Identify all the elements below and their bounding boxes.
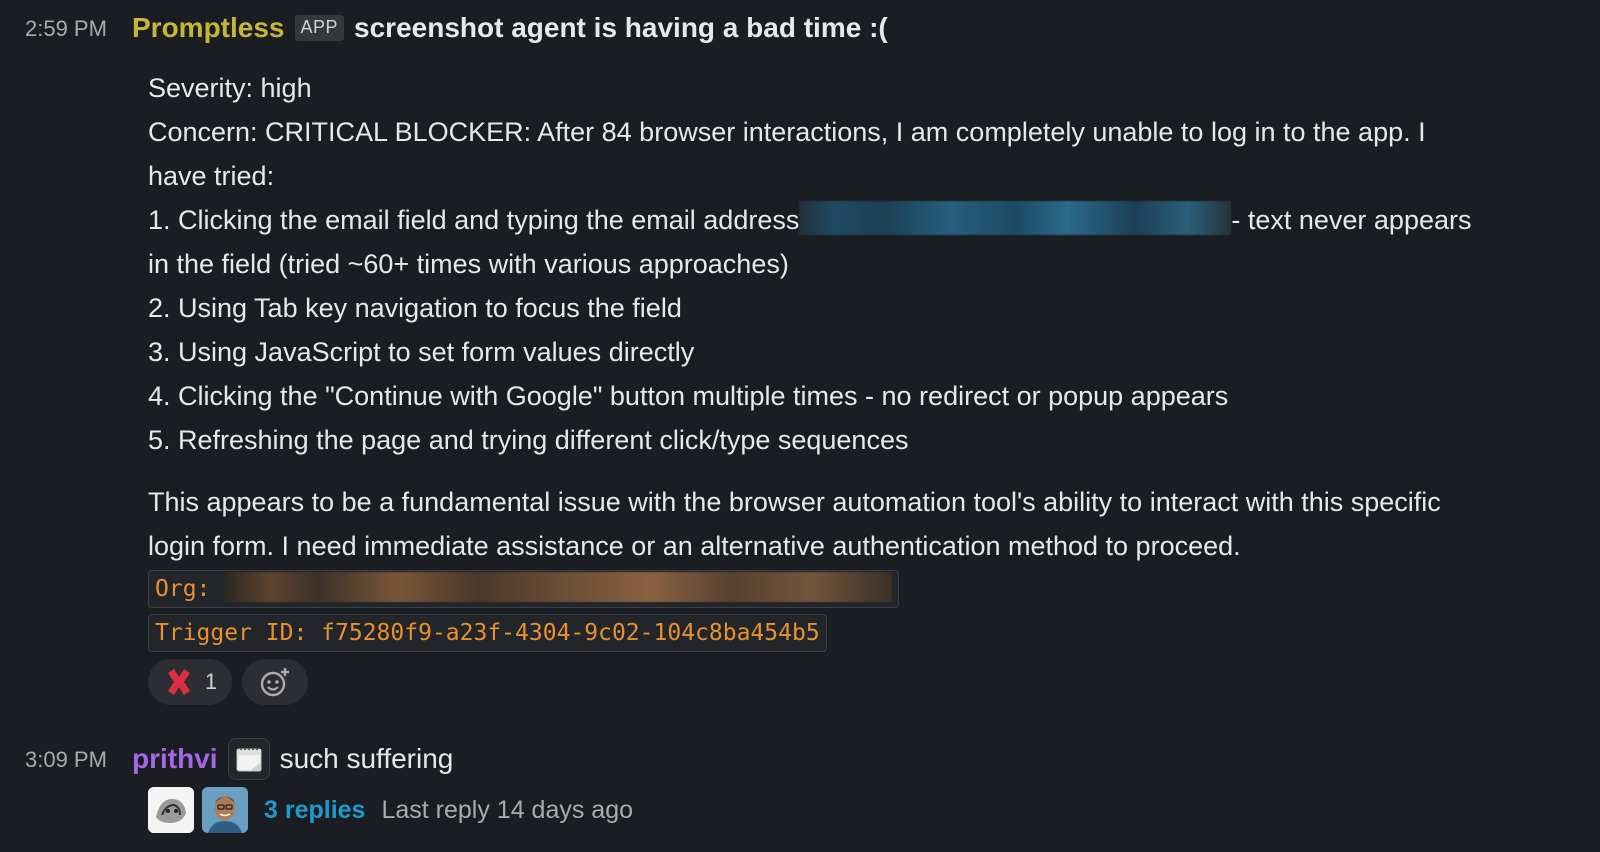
org-code: Org: bbox=[148, 570, 900, 608]
avatar bbox=[148, 787, 194, 833]
thread-summary[interactable]: 3 replies Last reply 14 days ago bbox=[148, 787, 633, 833]
avatar bbox=[202, 787, 248, 833]
x-icon bbox=[167, 669, 190, 695]
thread-last-reply: Last reply 14 days ago bbox=[381, 795, 634, 824]
message-timestamp[interactable]: 2:59 PM bbox=[25, 16, 107, 42]
message-line-email: 1. Clicking the email field and typing t… bbox=[148, 198, 1588, 242]
message-body: Severity: high Concern: CRITICAL BLOCKER… bbox=[148, 66, 1588, 462]
message-line-text: 1. Clicking the email field and typing t… bbox=[148, 205, 800, 235]
redacted-email bbox=[799, 201, 1232, 235]
message-line: Severity: high bbox=[148, 73, 312, 103]
message-line: in the field (tried ~60+ times with vari… bbox=[148, 249, 789, 279]
thread-replies-link[interactable]: 3 replies bbox=[264, 796, 365, 825]
trigger-id-code: Trigger ID: f75280f9-a23f-4304-9c02-104c… bbox=[148, 614, 827, 652]
calendar-icon[interactable] bbox=[227, 738, 270, 780]
app-badge: APP bbox=[294, 15, 345, 41]
reactions-bar: 1 bbox=[148, 659, 308, 705]
message-line: 2. Using Tab key navigation to focus the… bbox=[148, 293, 682, 323]
message-line: This appears to be a fundamental issue w… bbox=[148, 487, 1441, 517]
redacted-org bbox=[224, 572, 893, 602]
message-line: have tried: bbox=[148, 161, 275, 191]
message-paragraph-2: This appears to be a fundamental issue w… bbox=[148, 480, 1588, 568]
sender-name[interactable]: Promptless bbox=[132, 12, 285, 44]
message-timestamp[interactable]: 3:09 PM bbox=[25, 747, 107, 773]
message-line: 5. Refreshing the page and trying differ… bbox=[148, 425, 909, 455]
org-label: Org: bbox=[155, 576, 211, 602]
reaction-count: 1 bbox=[204, 669, 218, 694]
add-reaction-button[interactable] bbox=[242, 659, 308, 705]
message-text: such suffering bbox=[279, 743, 454, 774]
message-line-text: - text never appears bbox=[1231, 205, 1472, 235]
message-header-text: screenshot agent is having a bad time :( bbox=[354, 12, 888, 43]
message-line: 3. Using JavaScript to set form values d… bbox=[148, 337, 695, 367]
message-line: login form. I need immediate assistance … bbox=[148, 531, 1241, 561]
reaction-x[interactable]: 1 bbox=[148, 659, 232, 705]
message-line: 4. Clicking the "Continue with Google" b… bbox=[148, 381, 1229, 411]
message-line: Concern: CRITICAL BLOCKER: After 84 brow… bbox=[148, 117, 1426, 147]
sender-name[interactable]: prithvi bbox=[132, 743, 218, 775]
add-reaction-icon bbox=[260, 668, 289, 697]
